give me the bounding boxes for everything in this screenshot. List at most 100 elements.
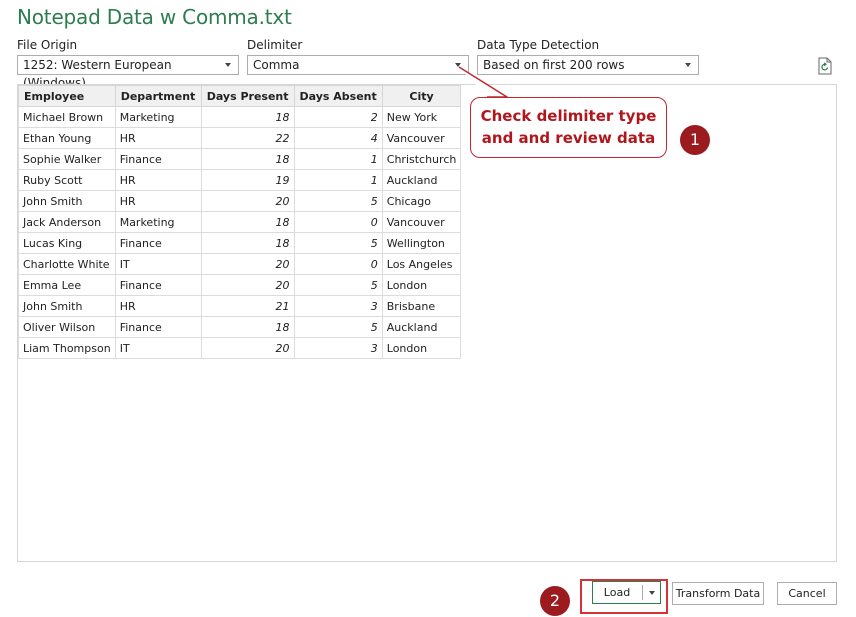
cell-department: Finance bbox=[114, 148, 202, 170]
cell-department: HR bbox=[114, 295, 202, 317]
cell-days-present: 19 bbox=[200, 169, 295, 191]
cell-days-present: 18 bbox=[200, 232, 295, 254]
annotation-callout: Check delimiter type and and review data bbox=[470, 97, 667, 158]
chevron-down-icon bbox=[649, 591, 655, 595]
cell-days-present: 18 bbox=[200, 106, 295, 128]
cell-employee: Liam Thompson bbox=[18, 337, 116, 359]
load-options-dropdown[interactable] bbox=[643, 582, 660, 603]
cell-employee: Oliver Wilson bbox=[18, 316, 116, 338]
table-row: Emma Lee Finance 20 5 London bbox=[18, 274, 462, 296]
cell-days-present: 22 bbox=[200, 127, 295, 149]
table-header-row: Employee Department Days Present Days Ab… bbox=[18, 85, 462, 107]
delimiter-select[interactable]: Comma bbox=[247, 55, 469, 75]
cell-city: Chicago bbox=[381, 190, 462, 212]
chevron-down-icon bbox=[455, 63, 461, 67]
cell-days-absent: 4 bbox=[293, 127, 383, 149]
cell-department: Finance bbox=[114, 274, 202, 296]
cell-city: Vancouver bbox=[381, 127, 462, 149]
column-header-days-absent: Days Absent bbox=[293, 85, 383, 107]
cell-employee: Emma Lee bbox=[18, 274, 116, 296]
data-preview-table: Employee Department Days Present Days Ab… bbox=[18, 85, 462, 359]
cell-city: London bbox=[381, 274, 462, 296]
chevron-down-icon bbox=[685, 63, 691, 67]
column-header-days-present: Days Present bbox=[200, 85, 295, 107]
cell-days-present: 20 bbox=[200, 190, 295, 212]
dialog-title: Notepad Data w Comma.txt bbox=[17, 5, 292, 29]
cell-city: Wellington bbox=[381, 232, 462, 254]
column-header-department: Department bbox=[114, 85, 202, 107]
cell-days-absent: 0 bbox=[293, 211, 383, 233]
cell-city: Vancouver bbox=[381, 211, 462, 233]
column-header-city: City bbox=[381, 85, 462, 107]
cell-employee: Ethan Young bbox=[18, 127, 116, 149]
cell-department: HR bbox=[114, 127, 202, 149]
cell-days-present: 20 bbox=[200, 337, 295, 359]
table-row: John Smith HR 21 3 Brisbane bbox=[18, 295, 462, 317]
refresh-file-icon[interactable] bbox=[817, 57, 833, 75]
cell-employee: John Smith bbox=[18, 295, 116, 317]
data-preview-pane[interactable]: Employee Department Days Present Days Ab… bbox=[17, 84, 837, 562]
cell-department: Marketing bbox=[114, 106, 202, 128]
cell-employee: John Smith bbox=[18, 190, 116, 212]
file-origin-select[interactable]: 1252: Western European (Windows) bbox=[17, 55, 239, 90]
chevron-down-icon bbox=[225, 63, 231, 67]
table-row: Sophie Walker Finance 18 1 Christchurch bbox=[18, 148, 462, 170]
cell-days-absent: 5 bbox=[293, 232, 383, 254]
load-button[interactable]: Load bbox=[593, 582, 641, 603]
cell-days-absent: 3 bbox=[293, 337, 383, 359]
cell-employee: Michael Brown bbox=[18, 106, 116, 128]
cell-days-present: 18 bbox=[200, 211, 295, 233]
cell-days-present: 20 bbox=[200, 274, 295, 296]
cell-department: HR bbox=[114, 190, 202, 212]
cell-days-absent: 5 bbox=[293, 316, 383, 338]
cell-days-present: 20 bbox=[200, 253, 295, 275]
cell-days-present: 18 bbox=[200, 316, 295, 338]
cell-days-absent: 5 bbox=[293, 190, 383, 212]
cell-city: London bbox=[381, 337, 462, 359]
step-badge-2: 2 bbox=[540, 586, 570, 616]
cell-department: Finance bbox=[114, 232, 202, 254]
table-row: Liam Thompson IT 20 3 London bbox=[18, 337, 462, 359]
cell-city: Auckland bbox=[381, 316, 462, 338]
load-split-button[interactable]: Load bbox=[592, 581, 661, 604]
cell-employee: Lucas King bbox=[18, 232, 116, 254]
cell-city: Christchurch bbox=[381, 148, 462, 170]
cell-days-absent: 1 bbox=[293, 148, 383, 170]
delimiter-label: Delimiter bbox=[247, 38, 303, 52]
callout-text-line2: and and review data bbox=[481, 129, 656, 147]
cell-days-absent: 0 bbox=[293, 253, 383, 275]
callout-text-line1: Check delimiter type bbox=[480, 107, 657, 125]
table-row: Charlotte White IT 20 0 Los Angeles bbox=[18, 253, 462, 275]
table-row: Oliver Wilson Finance 18 5 Auckland bbox=[18, 316, 462, 338]
delimiter-value: Comma bbox=[253, 58, 300, 72]
cell-days-absent: 5 bbox=[293, 274, 383, 296]
cancel-button[interactable]: Cancel bbox=[777, 582, 837, 605]
cell-city: Auckland bbox=[381, 169, 462, 191]
data-type-detection-label: Data Type Detection bbox=[477, 38, 600, 52]
cell-days-present: 18 bbox=[200, 148, 295, 170]
data-type-detection-select[interactable]: Based on first 200 rows bbox=[477, 55, 699, 75]
cell-days-present: 21 bbox=[200, 295, 295, 317]
cell-department: Finance bbox=[114, 316, 202, 338]
cell-employee: Charlotte White bbox=[18, 253, 116, 275]
cell-city: New York bbox=[381, 106, 462, 128]
cell-days-absent: 3 bbox=[293, 295, 383, 317]
step-badge-1: 1 bbox=[680, 125, 710, 155]
transform-data-button[interactable]: Transform Data bbox=[672, 582, 764, 605]
column-header-employee: Employee bbox=[18, 85, 116, 107]
table-row: John Smith HR 20 5 Chicago bbox=[18, 190, 462, 212]
cell-department: IT bbox=[114, 337, 202, 359]
table-row: Michael Brown Marketing 18 2 New York bbox=[18, 106, 462, 128]
table-row: Ruby Scott HR 19 1 Auckland bbox=[18, 169, 462, 191]
cell-days-absent: 1 bbox=[293, 169, 383, 191]
data-type-detection-value: Based on first 200 rows bbox=[483, 58, 625, 72]
cell-department: IT bbox=[114, 253, 202, 275]
cell-city: Los Angeles bbox=[381, 253, 462, 275]
table-row: Jack Anderson Marketing 18 0 Vancouver bbox=[18, 211, 462, 233]
cell-department: Marketing bbox=[114, 211, 202, 233]
cell-employee: Jack Anderson bbox=[18, 211, 116, 233]
cell-days-absent: 2 bbox=[293, 106, 383, 128]
table-row: Lucas King Finance 18 5 Wellington bbox=[18, 232, 462, 254]
cell-employee: Ruby Scott bbox=[18, 169, 116, 191]
cell-employee: Sophie Walker bbox=[18, 148, 116, 170]
